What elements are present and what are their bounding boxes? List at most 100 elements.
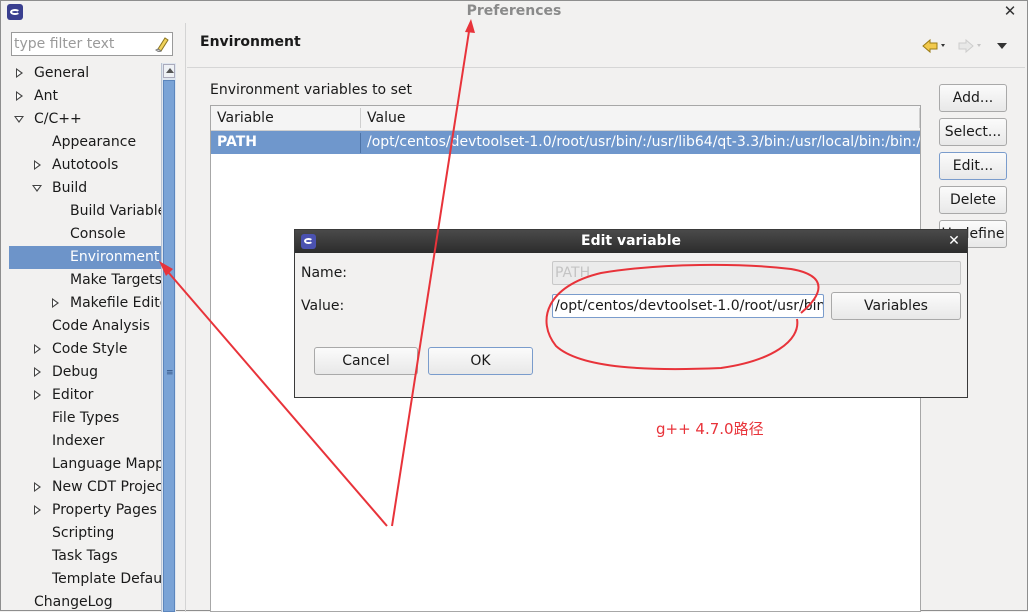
tree-item[interactable]: Debug xyxy=(9,361,161,384)
tree-item[interactable]: Indexer xyxy=(9,430,161,453)
tree-item[interactable]: Appearance xyxy=(9,131,161,154)
expanded-arrow-icon[interactable] xyxy=(14,114,24,124)
tree-item[interactable]: Makefile Editor xyxy=(9,292,161,315)
tree-item-label: Debug xyxy=(52,364,99,380)
value-label: Value: xyxy=(301,298,345,314)
collapsed-arrow-icon[interactable] xyxy=(32,160,42,170)
grip-icon: ≡ xyxy=(166,368,174,378)
tree-item-label: Build Variables xyxy=(70,203,161,219)
tree-item[interactable]: Make Targets xyxy=(9,269,161,292)
ok-button[interactable]: OK xyxy=(428,347,533,375)
column-separator[interactable] xyxy=(360,108,361,128)
tree-item-label: Property Pages Settings xyxy=(52,502,161,518)
tree-item-label: Make Targets xyxy=(70,272,161,288)
tree-item[interactable]: C/C++ xyxy=(9,108,161,131)
tree-item[interactable]: File Types xyxy=(9,407,161,430)
cancel-button[interactable]: Cancel xyxy=(314,347,418,375)
preferences-tree: General Ant C/C++ Appearance Autotools Build B… xyxy=(9,62,161,612)
window-title: Preferences xyxy=(466,3,562,19)
collapsed-arrow-icon[interactable] xyxy=(32,482,42,492)
name-label: Name: xyxy=(301,265,348,281)
cell-value: /opt/centos/devtoolset-1.0/root/usr/bin/… xyxy=(367,134,921,150)
tree-item-label: Task Tags xyxy=(52,548,118,564)
tree-item[interactable]: Code Analysis xyxy=(9,315,161,338)
tree-item[interactable]: Build Variables xyxy=(9,200,161,223)
column-header-variable[interactable]: Variable xyxy=(217,106,274,130)
tree-item[interactable]: General xyxy=(9,62,161,85)
tree-item[interactable]: Task Tags xyxy=(9,545,161,568)
tree-item-label: Code Analysis xyxy=(52,318,150,334)
tree-item-label: General xyxy=(34,65,90,81)
tree-item-label: Autotools xyxy=(52,157,119,173)
value-field[interactable]: /opt/centos/devtoolset-1.0/root/usr/bin/… xyxy=(552,294,824,318)
filter-field[interactable] xyxy=(11,32,173,56)
delete-button[interactable]: Delete xyxy=(939,186,1007,214)
table-header: Variable Value xyxy=(211,106,920,131)
annotation-text: g++ 4.7.0路径 xyxy=(656,420,764,438)
tree-item[interactable]: Build xyxy=(9,177,161,200)
tree-item-label: File Types xyxy=(52,410,120,426)
tree-item-label: Console xyxy=(70,226,126,242)
column-separator[interactable] xyxy=(919,108,920,128)
scroll-up-arrow-icon[interactable] xyxy=(163,64,175,78)
close-icon[interactable]: ✕ xyxy=(1001,2,1019,20)
collapsed-arrow-icon[interactable] xyxy=(14,68,24,78)
table-row[interactable]: PATH /opt/centos/devtoolset-1.0/root/usr… xyxy=(211,131,921,154)
tree-item[interactable]: Ant xyxy=(9,85,161,108)
edit-button[interactable]: Edit... xyxy=(939,152,1007,180)
tree-item-label: New CDT Project Wizard xyxy=(52,479,161,495)
tree-item-label: ChangeLog xyxy=(34,594,113,610)
collapsed-arrow-icon[interactable] xyxy=(32,367,42,377)
collapsed-arrow-icon[interactable] xyxy=(50,298,60,308)
section-label: Environment variables to set xyxy=(210,82,412,98)
tree-item-label: Ant xyxy=(34,88,58,104)
tree-scrollbar[interactable]: ≡ xyxy=(161,63,176,612)
tree-item[interactable]: Language Mappings xyxy=(9,453,161,476)
tree-item[interactable]: Code Style xyxy=(9,338,161,361)
tree-item[interactable]: Autotools xyxy=(9,154,161,177)
add-button[interactable]: Add... xyxy=(939,84,1007,112)
page-title: Environment xyxy=(200,34,301,50)
forward-arrow-icon[interactable] xyxy=(957,38,983,54)
cell-variable: PATH xyxy=(217,134,257,150)
close-icon[interactable]: ✕ xyxy=(945,232,963,250)
tree-item[interactable]: Console xyxy=(9,223,161,246)
edit-variable-dialog: Edit variable ✕ Name: PATH Value: /opt/c… xyxy=(294,229,968,398)
column-separator xyxy=(360,133,361,153)
tree-item[interactable]: Template Default Values xyxy=(9,568,161,591)
title-bar: Preferences ✕ xyxy=(1,1,1027,23)
header-separator xyxy=(187,67,1025,68)
tree-item-label: Makefile Editor xyxy=(70,295,161,311)
filter-input[interactable] xyxy=(14,35,148,53)
expanded-arrow-icon[interactable] xyxy=(32,183,42,193)
column-header-value[interactable]: Value xyxy=(367,106,405,130)
collapsed-arrow-icon[interactable] xyxy=(14,91,24,101)
tree-item[interactable]: Environment xyxy=(9,246,161,269)
collapsed-arrow-icon[interactable] xyxy=(32,390,42,400)
back-arrow-icon[interactable] xyxy=(921,38,947,54)
collapsed-arrow-icon[interactable] xyxy=(32,505,42,515)
tree-item[interactable]: ChangeLog xyxy=(9,591,161,612)
pane-divider[interactable] xyxy=(185,23,186,612)
tree-item[interactable]: Property Pages Settings xyxy=(9,499,161,522)
eraser-icon[interactable] xyxy=(155,36,169,52)
tree-item-label: Build xyxy=(52,180,88,196)
scrollbar-thumb[interactable]: ≡ xyxy=(163,80,175,612)
preferences-window: Preferences ✕ General Ant C/C++ Appearance A… xyxy=(0,0,1028,612)
tree-item[interactable]: New CDT Project Wizard xyxy=(9,476,161,499)
dialog-title: Edit variable xyxy=(581,233,681,249)
view-menu-icon[interactable] xyxy=(997,43,1007,51)
tree-item-label: Language Mappings xyxy=(52,456,161,472)
select-button[interactable]: Select... xyxy=(939,118,1007,146)
tree-item[interactable]: Editor xyxy=(9,384,161,407)
tree-item-label: Code Style xyxy=(52,341,128,357)
variables-button[interactable]: Variables xyxy=(831,292,961,320)
tree-item-label: Scripting xyxy=(52,525,115,541)
dialog-title-bar: Edit variable ✕ xyxy=(295,230,967,253)
tree-item[interactable]: Scripting xyxy=(9,522,161,545)
name-field: PATH xyxy=(552,261,961,285)
tree-item-label: Editor xyxy=(52,387,94,403)
tree-item-label: Indexer xyxy=(52,433,105,449)
tree-item-label: Environment xyxy=(70,249,160,265)
collapsed-arrow-icon[interactable] xyxy=(32,344,42,354)
